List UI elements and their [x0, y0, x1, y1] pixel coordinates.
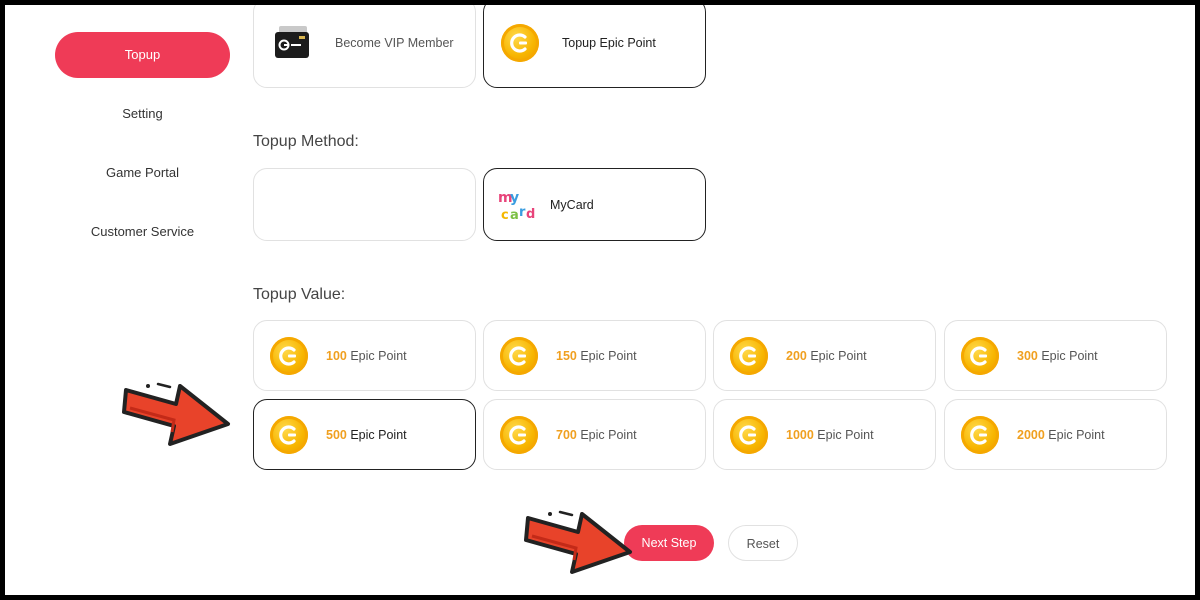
value-option-label: 2000 Epic Point: [1017, 428, 1105, 442]
value-option-label: 200 Epic Point: [786, 349, 867, 363]
value-unit: Epic Point: [350, 427, 407, 442]
method-option-mycard[interactable]: m y c a r d MyCard: [483, 168, 706, 241]
svg-text:r: r: [519, 205, 526, 220]
vip-member-label: Become VIP Member: [335, 36, 454, 50]
epic-coin-icon: [961, 415, 999, 454]
mycard-logo-icon: m y c a r d: [496, 185, 538, 225]
topup-method-title: Topup Method:: [253, 133, 359, 150]
value-unit: Epic Point: [810, 348, 867, 363]
value-unit: Epic Point: [580, 348, 637, 363]
reset-button[interactable]: Reset: [728, 525, 798, 561]
topup-epic-point-option[interactable]: Topup Epic Point: [483, 0, 706, 88]
value-amount: 300: [1017, 348, 1038, 363]
epic-coin-icon: [270, 336, 308, 375]
svg-text:d: d: [526, 207, 535, 222]
value-option[interactable]: 700 Epic Point: [483, 399, 706, 470]
value-amount: 700: [556, 427, 577, 442]
sidebar-item-setting[interactable]: Setting: [55, 106, 230, 121]
value-amount: 200: [786, 348, 807, 363]
vip-card-icon: [273, 26, 311, 60]
value-option-label: 150 Epic Point: [556, 349, 637, 363]
pointer-arrow-icon: [520, 500, 638, 578]
value-option[interactable]: 150 Epic Point: [483, 320, 706, 391]
value-amount: 150: [556, 348, 577, 363]
value-unit: Epic Point: [1041, 348, 1098, 363]
sidebar-item-customer-service[interactable]: Customer Service: [55, 224, 230, 239]
mycard-label: MyCard: [550, 197, 594, 212]
topup-value-title: Topup Value:: [253, 286, 346, 303]
value-amount: 500: [326, 427, 347, 442]
value-option-label: 500 Epic Point: [326, 428, 407, 442]
value-unit: Epic Point: [1048, 427, 1105, 442]
epic-coin-icon: [961, 336, 999, 375]
epic-coin-icon: [500, 336, 538, 375]
vip-member-option[interactable]: Become VIP Member: [253, 0, 476, 88]
value-option-label: 100 Epic Point: [326, 349, 407, 363]
epic-coin-icon: [730, 415, 768, 454]
value-unit: Epic Point: [350, 348, 407, 363]
pointer-arrow-icon: [118, 372, 236, 450]
sidebar-item-game-portal[interactable]: Game Portal: [55, 165, 230, 180]
value-option-label: 1000 Epic Point: [786, 428, 874, 442]
value-option[interactable]: 100 Epic Point: [253, 320, 476, 391]
epic-coin-icon: [500, 415, 538, 454]
value-amount: 2000: [1017, 427, 1045, 442]
value-option[interactable]: 2000 Epic Point: [944, 399, 1167, 470]
value-option[interactable]: 300 Epic Point: [944, 320, 1167, 391]
svg-text:a: a: [510, 208, 519, 223]
value-option-label: 300 Epic Point: [1017, 349, 1098, 363]
value-option-label: 700 Epic Point: [556, 428, 637, 442]
value-option[interactable]: 200 Epic Point: [713, 320, 936, 391]
svg-text:y: y: [510, 190, 519, 206]
value-amount: 1000: [786, 427, 814, 442]
method-option-empty[interactable]: [253, 168, 476, 241]
epic-coin-icon: [730, 336, 768, 375]
sidebar-item-topup[interactable]: Topup: [55, 32, 230, 78]
value-amount: 100: [326, 348, 347, 363]
epic-coin-icon: [501, 24, 539, 62]
topup-epic-point-label: Topup Epic Point: [562, 36, 656, 50]
svg-text:c: c: [501, 208, 509, 223]
value-unit: Epic Point: [580, 427, 637, 442]
value-option[interactable]: 500 Epic Point: [253, 399, 476, 470]
value-option[interactable]: 1000 Epic Point: [713, 399, 936, 470]
epic-coin-icon: [270, 415, 308, 454]
value-unit: Epic Point: [817, 427, 874, 442]
